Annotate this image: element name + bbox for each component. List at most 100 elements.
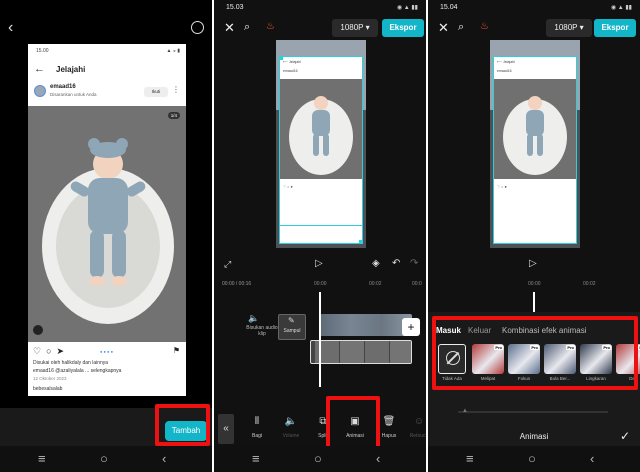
tick-label: 00:02: [369, 281, 382, 287]
video-preview: ⟵ Jelajahi emaad16 ♡ ○ ➤: [490, 40, 580, 248]
resolution-value: 1080P: [340, 23, 364, 32]
search-icon[interactable]: ⌕: [244, 21, 250, 34]
handle-tl[interactable]: [279, 56, 283, 60]
split-icon: ⫴: [254, 416, 260, 427]
resolution-dropdown[interactable]: 1080P ▾: [546, 19, 592, 37]
mute-audio-label: Bisukan audio klip: [246, 325, 278, 337]
post-subtitle: Disarankan untuk Anda: [50, 92, 97, 97]
phone-status-icons: ▲ ◒ ▮: [166, 48, 181, 54]
tick-label: 00:00: [528, 281, 541, 287]
preview-header-text: ⟵ Jelajahi: [283, 60, 301, 64]
confirm-check-icon[interactable]: ✓: [620, 429, 630, 443]
mute-audio-icon[interactable]: 🔈: [248, 313, 259, 324]
retouch-icon: ☺: [413, 416, 425, 427]
tick-label: 00:00: [314, 281, 327, 287]
animation-panel-title: Animasi: [519, 432, 549, 441]
recent-apps-icon[interactable]: ≡: [252, 451, 260, 467]
recent-apps-icon[interactable]: ≡: [466, 451, 474, 467]
avatar: [34, 85, 46, 97]
panel-capcut-editor: 15.03 ◉ ▲ ▮▮ ✕ ⌕ ♨ 1080P ▾ Ekspor ⟵ Jela…: [214, 0, 426, 472]
circle-icon[interactable]: [191, 21, 204, 34]
toolbar-item-label: Retouch: [409, 433, 426, 439]
tick-label: 00:02: [583, 281, 596, 287]
search-icon[interactable]: ⌕: [458, 21, 464, 34]
clip-frame: [390, 341, 411, 363]
preview-actions: ♡ ○ ➤: [497, 185, 508, 189]
video-preview: ⟵ Jelajahi emaad16 ♡ ○ ➤: [276, 40, 366, 248]
person-tag-icon: [33, 325, 43, 335]
preview-actions: ♡ ○ ➤: [283, 185, 294, 189]
collapse-toolbar-button[interactable]: «: [218, 414, 234, 444]
toolbar-item-retouch[interactable]: ☺ Retouch: [406, 416, 426, 439]
baby-photo: 1/4: [28, 106, 186, 342]
highlight-box-add: [155, 404, 210, 446]
preview-baby: [280, 79, 362, 179]
photo-counter: 1/4: [167, 112, 180, 119]
caption-text: emaad16 @azaliyalala ... selengkapnya: [33, 368, 122, 374]
highlight-box-effects: [432, 316, 638, 390]
preview-user-text: emaad16: [283, 69, 298, 73]
carousel-dots: ● ● ● ●: [100, 349, 113, 354]
export-button[interactable]: Ekspor: [382, 19, 424, 37]
preview-user-text: emaad16: [497, 69, 512, 73]
tick-label: 00:0: [412, 281, 422, 287]
status-time: 15.04: [440, 4, 458, 11]
preview-header-text: ⟵ Jelajahi: [497, 60, 515, 64]
toolbar-item-bagi[interactable]: ⫴ Bagi: [244, 416, 270, 439]
playhead[interactable]: [319, 292, 321, 387]
toolbar-item-volume[interactable]: 🔈 Volume: [278, 416, 304, 439]
android-navbar: ≡ ○ ‹: [214, 446, 426, 472]
keyframe-icon[interactable]: ◈: [372, 258, 380, 269]
panel-animation-picker: 15.04 ◉ ▲ ▮▮ ✕ ⌕ ♨ 1080P ▾ Ekspor ⟵ Jela…: [428, 0, 640, 472]
recent-apps-icon[interactable]: ≡: [38, 451, 46, 467]
bookmark-icon: ⚑: [172, 346, 180, 355]
flame-icon[interactable]: ♨: [480, 21, 489, 32]
duration-slider[interactable]: [458, 411, 608, 413]
baby-illustration: [28, 106, 186, 342]
playhead[interactable]: [533, 292, 535, 312]
preview-baby: [494, 79, 576, 179]
home-icon[interactable]: ○: [528, 451, 536, 467]
explore-title: Jelajahi: [56, 65, 86, 74]
toolbar-item-label: Volume: [282, 433, 300, 439]
back-icon[interactable]: ‹: [376, 451, 380, 467]
more-icon: ⋮: [172, 85, 180, 94]
resolution-dropdown[interactable]: 1080P ▾: [332, 19, 378, 37]
android-navbar: ≡ ○ ‹: [0, 446, 212, 472]
add-clip-button[interactable]: +: [402, 318, 420, 336]
resolution-value: 1080P: [554, 23, 578, 32]
likes-text: Disukai oleh halikdaly dan lainnya: [33, 360, 109, 366]
back-icon[interactable]: ‹: [162, 451, 166, 467]
home-icon[interactable]: ○: [100, 451, 108, 467]
close-icon[interactable]: ✕: [224, 20, 235, 36]
export-button[interactable]: Ekspor: [594, 19, 636, 37]
overlay-clip-track[interactable]: [310, 340, 412, 364]
home-icon[interactable]: ○: [314, 451, 322, 467]
fullscreen-icon[interactable]: ⤢: [224, 259, 231, 270]
clip-frame: [365, 341, 389, 363]
status-icons: ◉ ▲ ▮▮: [610, 5, 632, 11]
back-chevron-icon[interactable]: ‹: [8, 19, 13, 37]
phone-status-time: 15.00: [36, 48, 49, 54]
play-icon[interactable]: ▷: [315, 258, 323, 269]
play-icon[interactable]: ▷: [529, 258, 537, 269]
main-video-track[interactable]: [320, 314, 412, 336]
preview-card: ⟵ Jelajahi emaad16 ♡ ○ ➤: [279, 56, 363, 244]
volume-icon: 🔈: [284, 416, 298, 427]
clip-frame: [340, 341, 364, 363]
toolbar-item-label: Bagi: [251, 433, 262, 439]
follow-button: Ikuti: [144, 87, 168, 97]
pencil-icon: ✎: [288, 316, 295, 325]
close-icon[interactable]: ✕: [438, 20, 449, 36]
redo-icon[interactable]: ↷: [410, 258, 418, 269]
handle-br[interactable]: [359, 240, 363, 244]
back-icon[interactable]: ‹: [590, 451, 594, 467]
android-navbar: ≡ ○ ‹: [428, 446, 640, 472]
preview-photo: [280, 79, 362, 179]
post-actions-icons: ♡○➤: [33, 346, 70, 356]
status-icons: ◉ ▲ ▮▮: [396, 5, 418, 11]
undo-icon[interactable]: ↶: [392, 258, 400, 269]
highlight-box-animation: [326, 396, 380, 452]
flame-icon[interactable]: ♨: [266, 21, 275, 32]
preview-card: ⟵ Jelajahi emaad16 ♡ ○ ➤: [493, 56, 577, 244]
